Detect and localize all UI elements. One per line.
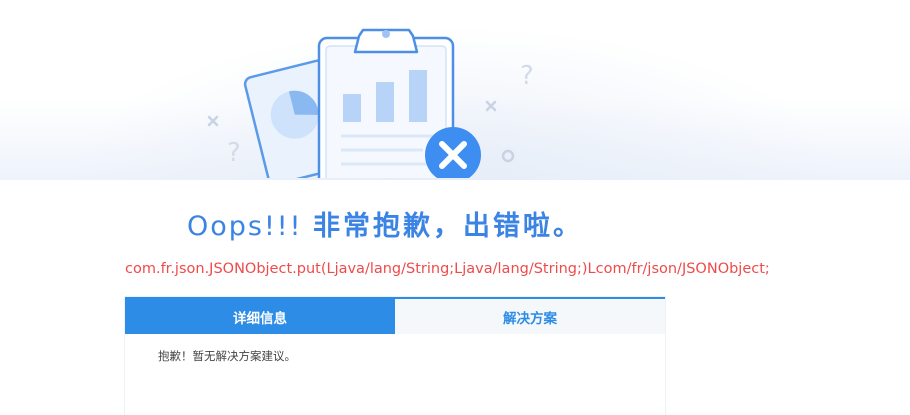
error-page: ? ? Oops!!! 非常抱歉，出错啦。 com.fr.json.JSONOb…	[0, 0, 910, 415]
page-title: Oops!!! 非常抱歉，出错啦。	[187, 204, 583, 243]
panel-tabs: 详细信息 解决方案	[125, 299, 665, 334]
title-main: 非常抱歉，出错啦。	[313, 211, 584, 242]
tab-details[interactable]: 详细信息	[125, 299, 395, 334]
tab-solutions[interactable]: 解决方案	[395, 299, 665, 334]
error-message: com.fr.json.JSONObject.put(Ljava/lang/St…	[125, 261, 770, 277]
title-prefix: Oops!!!	[187, 211, 303, 242]
panel-content: 抱歉！暂无解决方案建议。	[158, 349, 296, 363]
info-panel: 详细信息 解决方案 抱歉！暂无解决方案建议。	[125, 297, 665, 415]
svg-text:?: ?	[227, 138, 241, 168]
svg-text:?: ?	[520, 61, 534, 91]
clipboard-error-illustration: ? ?	[207, 28, 534, 178]
